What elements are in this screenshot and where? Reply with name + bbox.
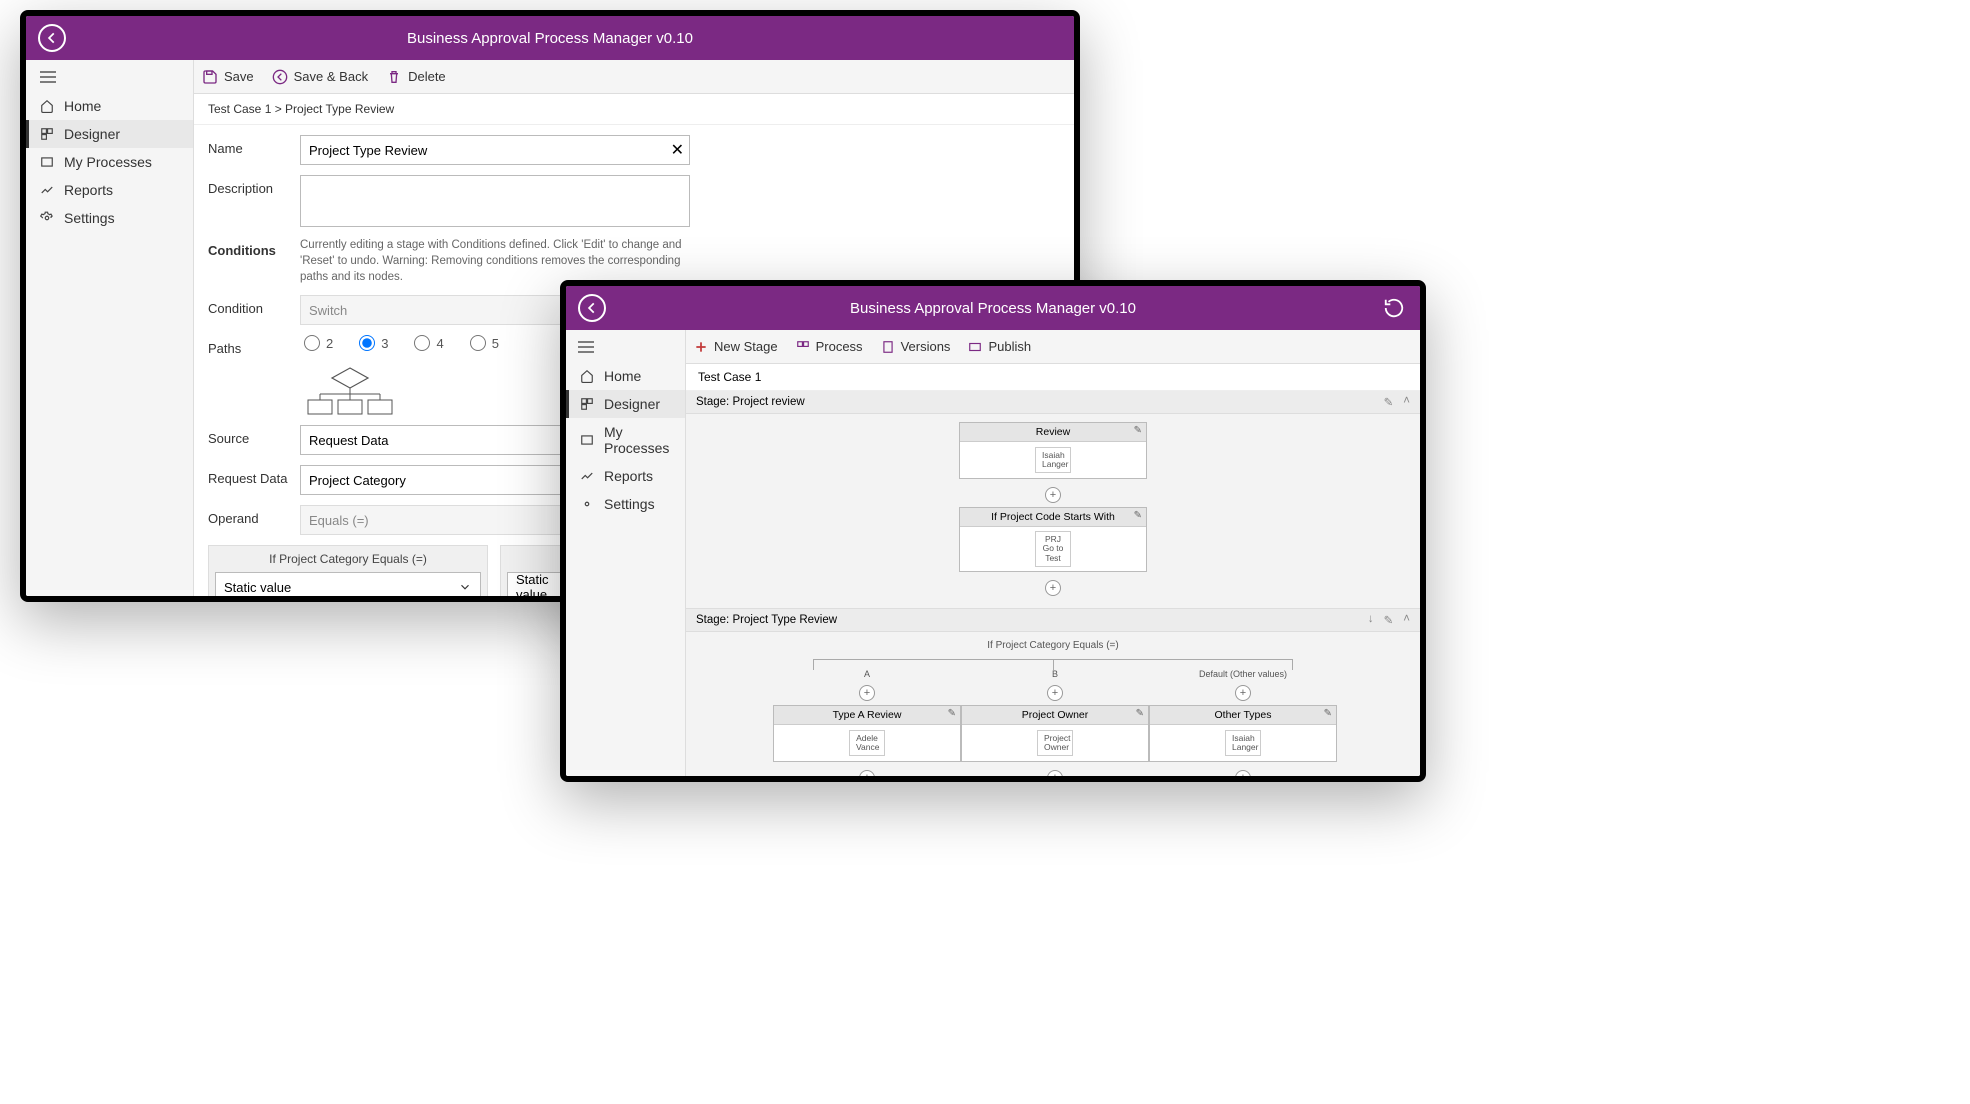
description-label: Description [208,175,300,196]
paths-radio-group: 2 3 4 5 [300,335,499,351]
hamburger-icon[interactable] [566,334,685,362]
toolbar: Save Save & Back Delete [194,60,1074,94]
pencil-icon[interactable]: ✎ [948,708,956,719]
stage-card-review[interactable]: Review✎ Isaiah Langer [959,422,1147,479]
stage-card[interactable]: Type A Review✎ Adele Vance [773,705,961,762]
sidebar-item-my-processes[interactable]: My Processes [566,418,685,462]
name-input[interactable] [300,135,690,165]
sidebar-label: Settings [64,210,115,226]
save-label: Save [224,69,254,84]
collapse-icon[interactable]: ˄ [1403,613,1410,627]
pencil-icon[interactable]: ✎ [1324,708,1332,719]
branch-condition-label: If Project Category Equals (=) [987,640,1118,651]
branch-default: Default (Other values) + Other Types✎ Is… [1149,669,1337,776]
sidebar-label: Designer [64,126,120,142]
stage-card[interactable]: Project Owner✎ Project Owner [961,705,1149,762]
add-node-button[interactable]: + [859,770,875,776]
add-node-button[interactable]: + [1045,487,1061,503]
condition-select: Switch [300,295,600,325]
paths-label: Paths [208,335,300,356]
sidebar-label: My Processes [64,154,152,170]
breadcrumb: Test Case 1 [686,364,1420,391]
new-stage-button[interactable]: New Stage [694,339,778,354]
delete-button[interactable]: Delete [386,69,446,85]
stage-project-review: Stage: Project review ✎ ˄ Review✎ Isaiah… [686,391,1420,609]
stage-card-condition[interactable]: If Project Code Starts With✎ PRJ Go to T… [959,507,1147,572]
condition-label: Condition [208,295,300,316]
stage-actions: ↓ ✎ ˄ [1368,613,1410,627]
down-icon[interactable]: ↓ [1368,613,1374,627]
stage-actions: ✎ ˄ [1384,395,1410,409]
app-title: Business Approval Process Manager v0.10 [850,300,1136,317]
sidebar-item-settings[interactable]: Settings [26,204,193,232]
conditions-hint: Currently editing a stage with Condition… [300,237,690,285]
sidebar-item-my-processes[interactable]: My Processes [26,148,193,176]
request-data-label: Request Data [208,465,300,486]
path-heading: If Project Category Equals (=) [209,546,487,572]
branch-a: A + Type A Review✎ Adele Vance + [773,669,961,776]
save-back-label: Save & Back [294,69,368,84]
sidebar-item-designer[interactable]: Designer [26,120,193,148]
paths-radio-5[interactable]: 5 [470,335,499,351]
paths-radio-3[interactable]: 3 [359,335,388,351]
pencil-icon[interactable]: ✎ [1134,425,1142,436]
sidebar: Home Designer My Processes Reports Setti… [566,330,686,776]
edit-icon[interactable]: ✎ [1384,613,1394,627]
sidebar-item-settings[interactable]: Settings [566,490,685,518]
pencil-icon[interactable]: ✎ [1136,708,1144,719]
conditions-label: Conditions [208,237,300,258]
window-process-canvas: Business Approval Process Manager v0.10 … [560,280,1426,782]
publish-button[interactable]: Publish [968,339,1031,354]
stage-title: Stage: Project review [696,396,805,408]
process-button[interactable]: Process [796,339,863,354]
stage-card[interactable]: Other Types✎ Isaiah Langer [1149,705,1337,762]
sidebar: Home Designer My Processes Reports Setti… [26,60,194,596]
branch-b: B + Project Owner✎ Project Owner + [961,669,1149,776]
save-button[interactable]: Save [202,69,254,85]
add-node-button[interactable]: + [1047,685,1063,701]
pencil-icon[interactable]: ✎ [1134,510,1142,521]
paths-radio-2[interactable]: 2 [304,335,333,351]
back-button[interactable] [578,294,606,322]
canvas-main: New Stage Process Versions Publish Test … [686,330,1420,776]
titlebar: Business Approval Process Manager v0.10 [26,16,1074,60]
condition-chip: PRJ Go to Test [1035,531,1071,567]
delete-label: Delete [408,69,446,84]
sidebar-item-home[interactable]: Home [26,92,193,120]
hamburger-icon[interactable] [26,64,193,92]
sidebar-item-designer[interactable]: Designer [566,390,685,418]
titlebar: Business Approval Process Manager v0.10 [566,286,1420,330]
add-node-button[interactable]: + [1047,770,1063,776]
save-back-button[interactable]: Save & Back [272,69,368,85]
back-button[interactable] [38,24,66,52]
sidebar-item-reports[interactable]: Reports [566,462,685,490]
add-node-button[interactable]: + [1235,770,1251,776]
assignee-chip: Isaiah Langer [1035,447,1071,474]
sidebar-item-home[interactable]: Home [566,362,685,390]
add-node-button[interactable]: + [1235,685,1251,701]
stage-title: Stage: Project Type Review [696,614,837,626]
refresh-button[interactable] [1380,294,1408,322]
stage-project-type-review: Stage: Project Type Review ↓ ✎ ˄ If Proj… [686,609,1420,776]
toolbar: New Stage Process Versions Publish [686,330,1420,364]
clear-icon[interactable]: ✕ [671,140,684,160]
sidebar-item-reports[interactable]: Reports [26,176,193,204]
operand-label: Operand [208,505,300,526]
add-node-button[interactable]: + [859,685,875,701]
add-node-button[interactable]: + [1045,580,1061,596]
name-label: Name [208,135,300,156]
sidebar-label: Reports [64,182,113,198]
paths-radio-4[interactable]: 4 [414,335,443,351]
path-type-select-1[interactable]: Static value [215,572,481,596]
collapse-icon[interactable]: ˄ [1403,395,1410,409]
path-column-1: If Project Category Equals (=) Static va… [208,545,488,596]
versions-button[interactable]: Versions [881,339,951,354]
breadcrumb: Test Case 1 > Project Type Review [194,94,1074,125]
source-label: Source [208,425,300,446]
edit-icon[interactable]: ✎ [1384,395,1394,409]
app-title: Business Approval Process Manager v0.10 [407,30,693,47]
sidebar-label: Home [64,98,101,114]
description-input[interactable] [300,175,690,227]
